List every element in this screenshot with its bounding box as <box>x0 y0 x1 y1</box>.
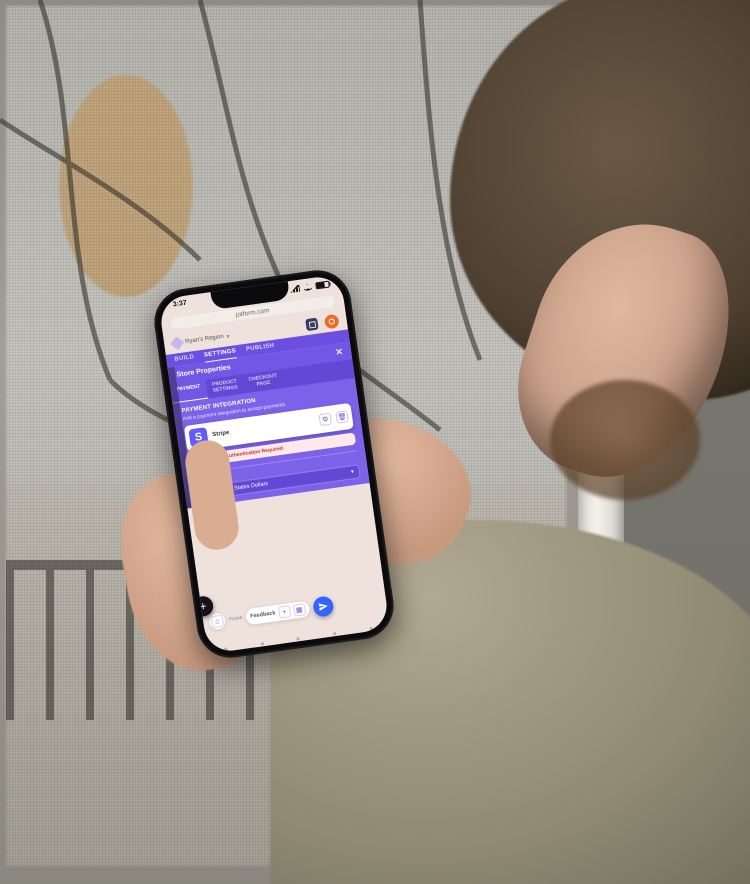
add-icon[interactable]: + <box>278 605 292 619</box>
url-text: jotform.com <box>235 307 270 319</box>
chevron-down-icon[interactable]: ▾ <box>226 332 230 339</box>
chevron-down-icon: ▾ <box>351 469 355 475</box>
region-label[interactable]: Ryan's Region <box>185 334 224 345</box>
home-icon: ⌂ <box>211 615 225 629</box>
close-icon[interactable]: ✕ <box>335 347 344 357</box>
scene: 3:37 jotform.com Ryan's Region ▾ <box>0 0 750 884</box>
status-icons <box>289 281 330 293</box>
header-app-button[interactable] <box>305 318 319 332</box>
home-label: Home <box>229 615 243 623</box>
feedback-label: Feedback <box>250 610 276 619</box>
send-icon <box>317 601 328 612</box>
gear-icon[interactable]: ⚙ <box>319 413 333 427</box>
send-fab[interactable] <box>312 595 335 618</box>
status-time: 3:37 <box>172 300 187 309</box>
header-target-button[interactable] <box>324 314 340 330</box>
app-logo-icon[interactable] <box>170 336 184 350</box>
trash-icon[interactable]: 🗑 <box>335 410 349 424</box>
cellular-icon <box>289 285 300 293</box>
home-pill[interactable]: ⌂ <box>208 612 226 630</box>
grid-icon[interactable]: ▦ <box>292 603 306 617</box>
person-beard <box>550 380 700 500</box>
wifi-icon <box>302 283 313 291</box>
feedback-pill[interactable]: Feedback + ▦ <box>245 601 310 626</box>
stripe-name: Stripe <box>212 418 315 438</box>
battery-icon <box>315 281 330 290</box>
